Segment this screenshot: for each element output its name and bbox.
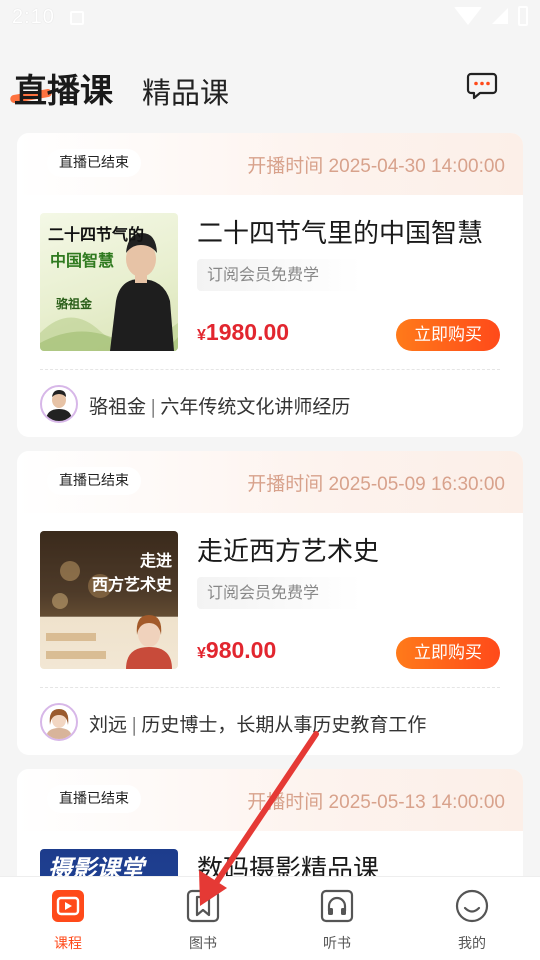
start-time: 开播时间 2025-04-30 14:00:00 (247, 156, 505, 177)
nav-item-audiobooks[interactable]: 听书 (297, 889, 377, 953)
chat-bubble-icon[interactable] (466, 70, 498, 102)
course-card[interactable]: 直播已结束 开播时间 2025-05-09 16:30:00 走进 西方艺术史 … (17, 451, 523, 755)
nav-label: 听书 (323, 936, 351, 952)
status-time: 2:10 (12, 6, 55, 28)
status-icons (454, 6, 528, 26)
buy-now-button[interactable]: 立即购买 (396, 319, 500, 351)
course-thumbnail[interactable]: 走进 西方艺术史 (40, 531, 178, 669)
card-header: 直播已结束 开播时间 2025-04-30 14:00:00 (17, 133, 523, 195)
live-status-badge: 直播已结束 (47, 149, 141, 177)
card-header: 直播已结束 开播时间 2025-05-09 16:30:00 (17, 451, 523, 513)
thumbnail-title-1: 走进 (139, 551, 172, 570)
teacher-info: 刘远 | 历史博士，长期从事历史教育工作 (89, 710, 426, 737)
live-status-badge: 直播已结束 (47, 785, 141, 813)
avatar[interactable] (40, 703, 78, 741)
currency-symbol: ¥ (197, 327, 206, 344)
card-header: 直播已结束 开播时间 2025-05-13 14:00:00 (17, 769, 523, 831)
teacher-name: 刘远 (89, 714, 128, 736)
tab-live-course[interactable]: 直播课 (14, 64, 113, 112)
headphones-icon (320, 889, 354, 923)
buy-now-button[interactable]: 立即购买 (396, 637, 500, 669)
price-value: 1980.00 (205, 319, 290, 345)
tab-premium-course[interactable]: 精品课 (142, 70, 229, 112)
battery-icon (518, 6, 528, 26)
live-status-badge: 直播已结束 (47, 467, 141, 495)
nav-label: 课程 (54, 936, 82, 952)
nav-item-mine[interactable]: 我的 (432, 889, 512, 953)
smile-icon (455, 889, 489, 923)
teacher-desc: 历史博士，长期从事历史教育工作 (141, 714, 427, 736)
signal-icon (492, 8, 508, 24)
bottom-nav: 课程 图书 听书 我的 (0, 876, 540, 960)
course-title[interactable]: 走近西方艺术史 (197, 531, 379, 568)
currency-symbol: ¥ (197, 645, 206, 662)
start-time: 开播时间 2025-05-09 16:30:00 (247, 474, 505, 495)
teacher-avatar-art (46, 709, 72, 739)
nav-item-books[interactable]: 图书 (163, 889, 243, 953)
status-bar: 2:10 (0, 0, 540, 36)
thumbnail-title-1: 二十四节气的 (48, 225, 145, 244)
course-card[interactable]: 直播已结束 开播时间 2025-04-30 14:00:00 二十四节气的 中国… (17, 133, 523, 437)
book-icon (186, 889, 220, 923)
course-price: ¥980.00 (197, 637, 276, 664)
notification-icon (70, 11, 84, 25)
thumbnail-author: 骆祖金 (56, 297, 93, 311)
separator: | (150, 396, 157, 418)
avatar[interactable] (40, 385, 78, 423)
member-tag: 订阅会员免费学 (197, 577, 362, 609)
nav-label: 我的 (458, 936, 486, 952)
separator: | (131, 714, 138, 736)
thumbnail-title-2: 中国智慧 (50, 251, 115, 270)
teacher-info: 骆祖金 | 六年传统文化讲师经历 (89, 392, 350, 419)
header: 直播课 精品课 (0, 60, 540, 116)
course-card[interactable]: 直播已结束 开播时间 2025-05-13 14:00:00 摄影课堂 数码摄影… (17, 769, 523, 889)
nav-label: 图书 (189, 936, 217, 952)
teacher-desc: 六年传统文化讲师经历 (160, 396, 351, 418)
nav-item-course[interactable]: 课程 (28, 889, 108, 953)
course-title[interactable]: 二十四节气里的中国智慧 (197, 213, 483, 250)
start-time: 开播时间 2025-05-13 14:00:00 (247, 792, 505, 813)
divider (40, 687, 500, 688)
teacher-name: 骆祖金 (89, 396, 147, 418)
course-thumbnail[interactable]: 二十四节气的 中国智慧 骆祖金 (40, 213, 178, 351)
member-tag: 订阅会员免费学 (197, 259, 362, 291)
wifi-icon (454, 7, 482, 25)
play-icon (52, 890, 84, 922)
teacher-avatar-art (46, 390, 72, 421)
price-value: 980.00 (205, 637, 277, 663)
thumbnail-title-2: 西方艺术史 (91, 575, 172, 594)
course-price: ¥1980.00 (197, 319, 289, 346)
divider (40, 369, 500, 370)
